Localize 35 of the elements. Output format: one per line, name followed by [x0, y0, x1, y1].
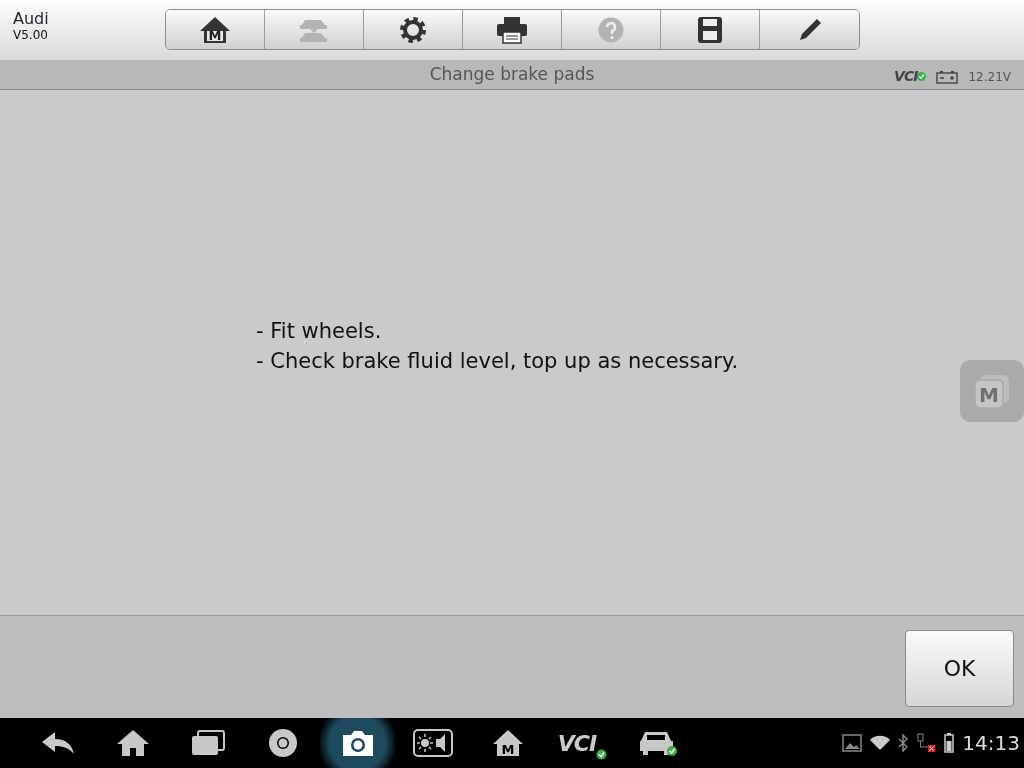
bluetooth-icon	[898, 734, 909, 752]
instruction-line: - Fit wheels.	[256, 318, 383, 345]
home-icon: M	[199, 15, 231, 44]
battery-icon	[936, 69, 959, 84]
toolbar-button[interactable]	[661, 10, 760, 49]
battery-icon	[944, 733, 955, 753]
voltage-reading: 12.21V	[968, 68, 1011, 86]
app-name: Audi	[13, 10, 50, 28]
brightness-volume-icon	[412, 729, 453, 757]
taskbar-button[interactable]: VCI	[545, 718, 620, 768]
car-connected-icon	[637, 729, 678, 757]
back-icon	[40, 731, 75, 755]
save-icon	[697, 15, 723, 44]
wifi-icon	[870, 735, 891, 751]
m-home-icon: M	[491, 729, 524, 757]
vci-label: VCI	[894, 67, 918, 86]
ok-button[interactable]: OK	[905, 630, 1014, 707]
recent-apps-icon	[190, 730, 225, 756]
check-icon	[917, 72, 927, 81]
check-icon	[596, 748, 608, 760]
network-error-icon	[916, 733, 937, 753]
toolbar-button[interactable]	[364, 10, 463, 49]
page-title: Change brake pads	[429, 62, 595, 86]
help-icon	[597, 15, 625, 44]
instruction-line: - Check brake fluid level, top up as necessary.	[256, 348, 740, 375]
taskbar-button[interactable]	[320, 718, 395, 768]
clock-time: 14:13	[962, 730, 1020, 757]
printer-icon	[495, 15, 529, 44]
image-icon	[842, 734, 863, 752]
taskbar-button[interactable]: M	[470, 718, 545, 768]
toolbar-button[interactable]	[463, 10, 562, 49]
toolbar-button[interactable]	[760, 10, 859, 49]
settings-icon	[398, 14, 428, 45]
toolbar-button[interactable]: M	[166, 10, 265, 49]
app-version: V5.00	[13, 27, 49, 44]
